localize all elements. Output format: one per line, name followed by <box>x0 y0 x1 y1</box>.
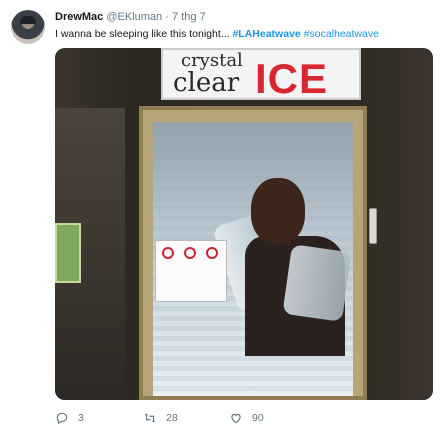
sign-text-ice: ICE <box>255 55 329 100</box>
tweet-text-body: I wanna be sleeping like this tonight... <box>55 28 233 40</box>
notice-circle-icon <box>184 247 196 259</box>
notice-circle-icon <box>206 247 218 259</box>
ice-bag-right <box>282 244 352 322</box>
freezer-handle <box>369 208 377 244</box>
sign-text-clear: clear <box>173 68 240 98</box>
retweet-count: 28 <box>166 412 178 424</box>
author-name[interactable]: DrewMac <box>55 11 103 23</box>
reply-icon <box>56 412 68 425</box>
header-separator: · <box>165 11 169 23</box>
freezer-notice-sticker <box>155 240 227 302</box>
hashtag-laheatwave[interactable]: #LAHeatwave <box>232 28 300 40</box>
tweet-timestamp[interactable]: 7 thg 7 <box>172 11 206 23</box>
ice-sign: crystal clear ICE <box>161 48 361 100</box>
tweet-header: DrewMac @EKluman · 7 thg 7 <box>55 11 206 24</box>
like-button[interactable]: 90 <box>229 411 264 425</box>
tweet-photo[interactable]: crystal clear ICE <box>55 48 433 400</box>
notice-circle-icon <box>162 247 174 259</box>
reply-count: 3 <box>78 412 84 424</box>
avatar-cap-shape <box>20 16 36 24</box>
retweet-icon <box>144 413 156 423</box>
tweet-actions: 3 28 90 <box>55 410 292 426</box>
person-head <box>251 178 305 244</box>
tweet-text: I wanna be sleeping like this tonight...… <box>55 27 379 41</box>
avatar[interactable] <box>11 10 45 44</box>
heart-icon <box>231 413 241 424</box>
photo-green-box <box>55 223 81 283</box>
author-handle[interactable]: @EKluman <box>106 11 162 23</box>
hashtag-socalheatwave[interactable]: #socalheatwave <box>304 28 379 40</box>
like-count: 90 <box>252 412 264 424</box>
retweet-button[interactable]: 28 <box>143 411 201 425</box>
reply-button[interactable]: 3 <box>55 411 115 425</box>
tweet[interactable]: DrewMac @EKluman · 7 thg 7 I wanna be sl… <box>0 0 443 432</box>
